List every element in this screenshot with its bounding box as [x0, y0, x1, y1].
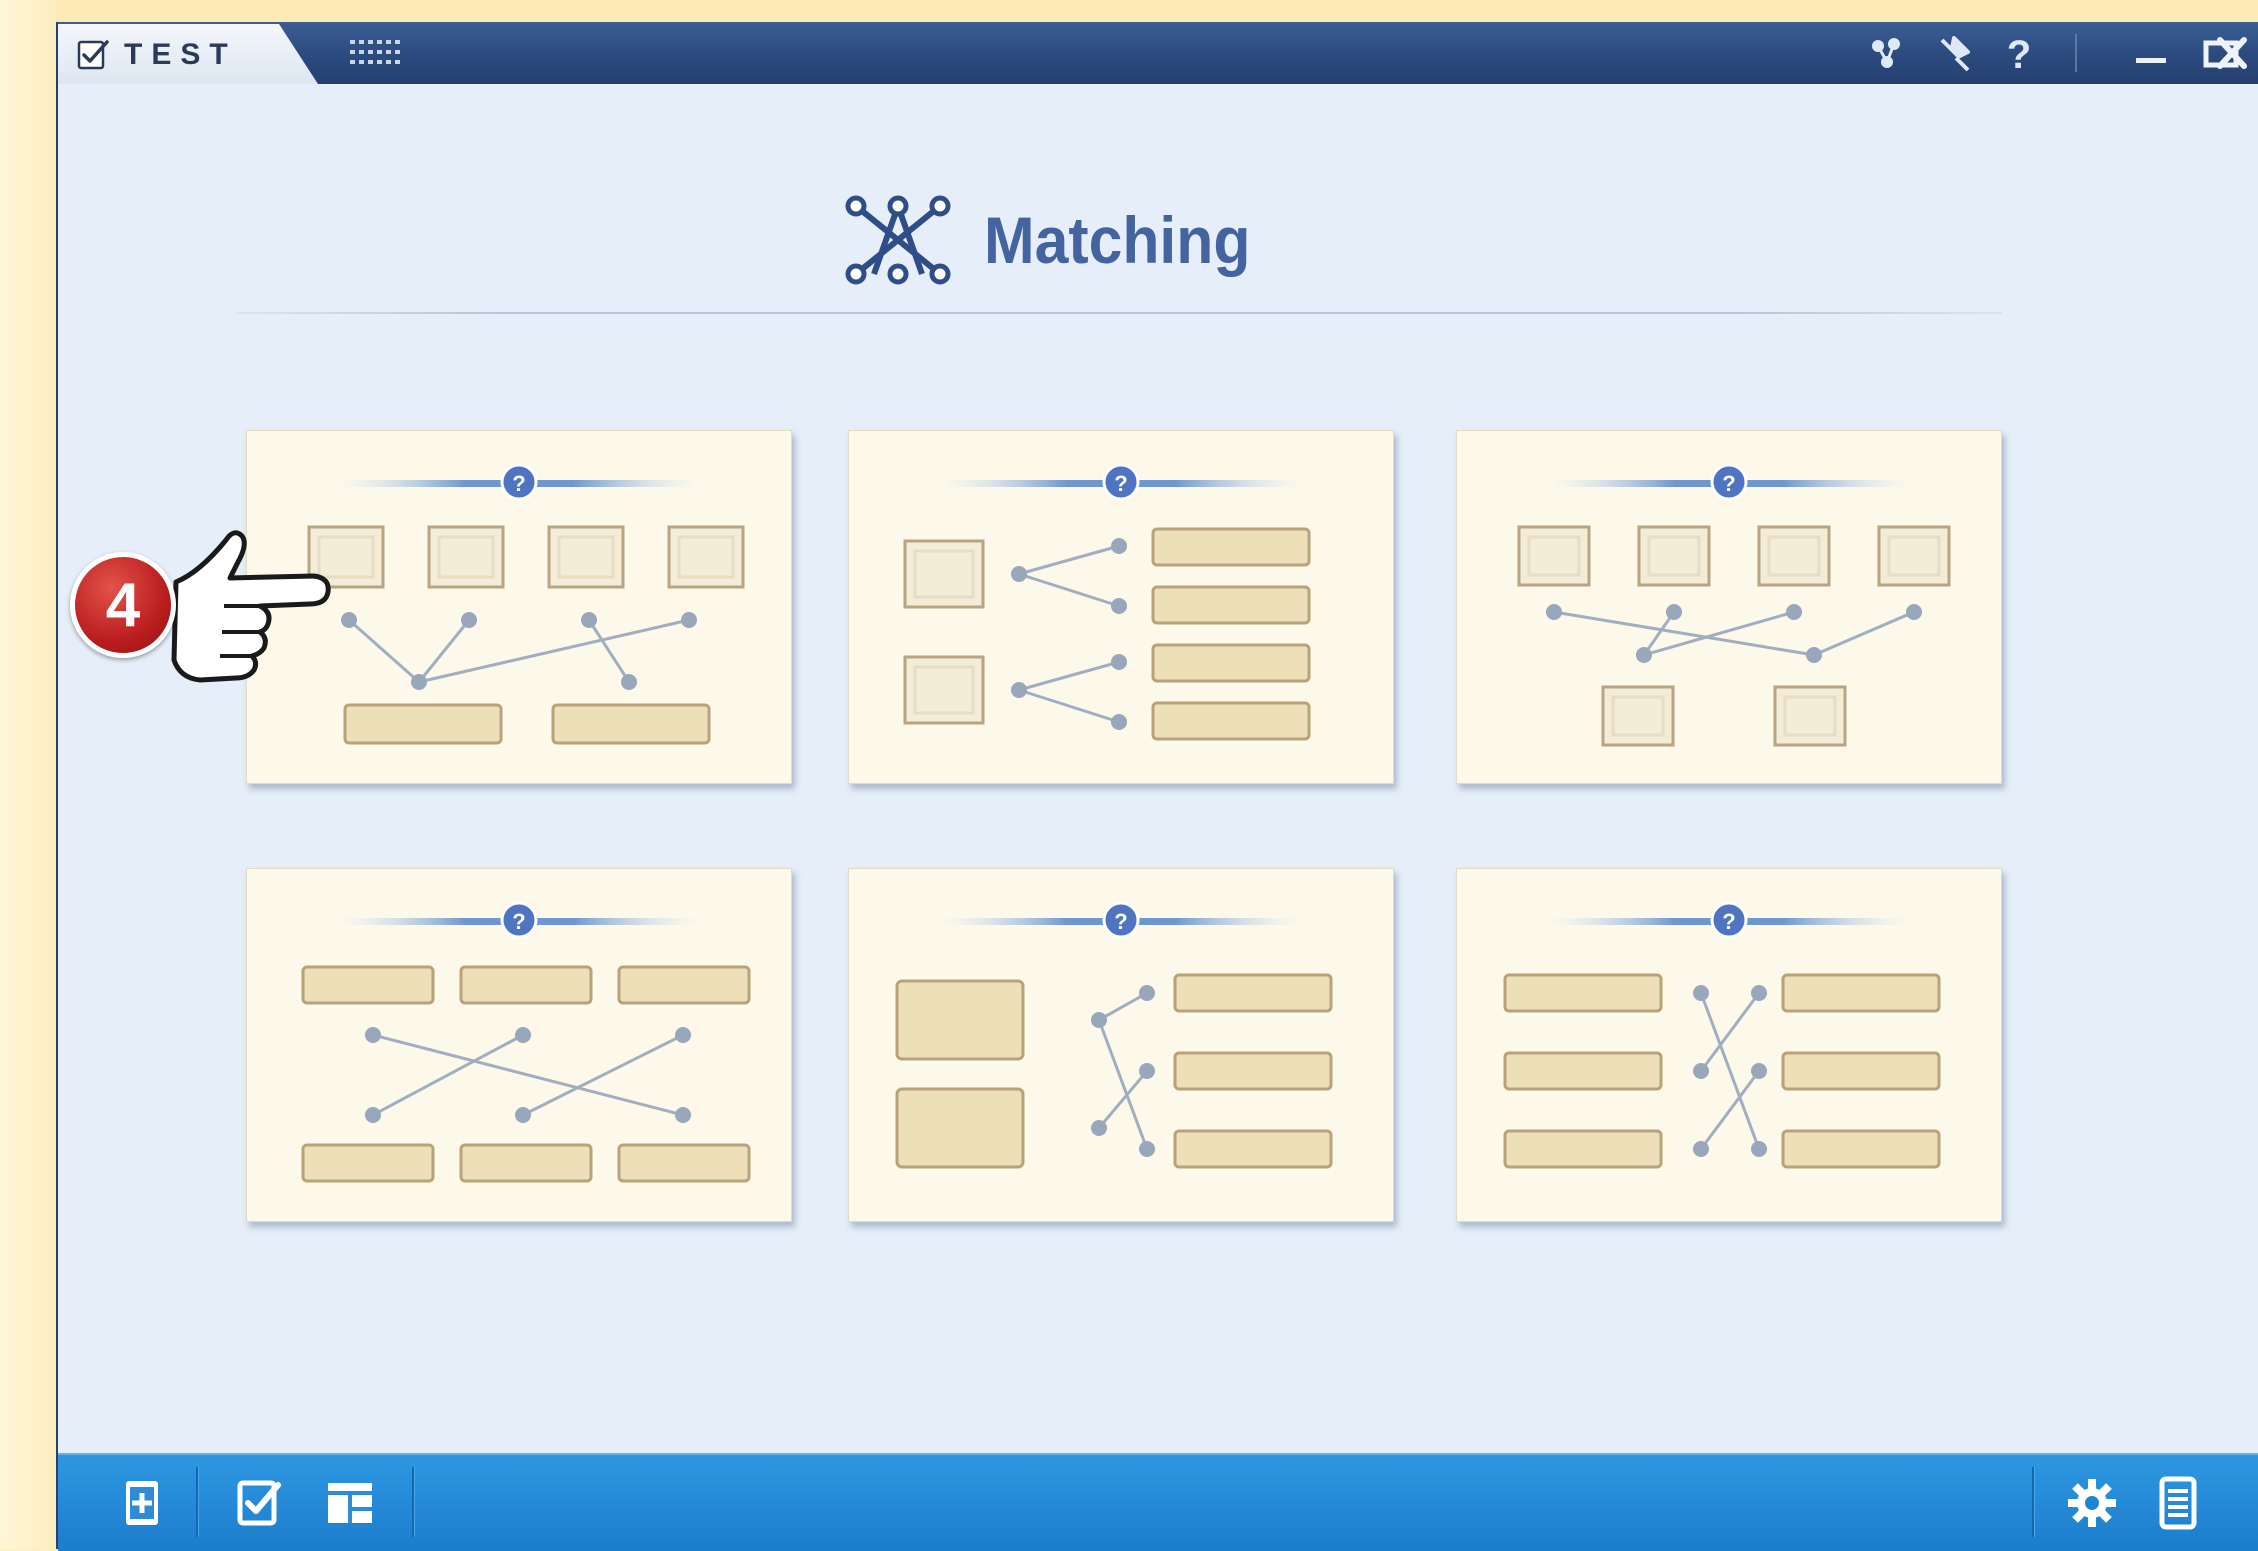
page-title: Matching — [984, 203, 1251, 277]
network-button[interactable] — [1864, 32, 1910, 76]
title-divider — [236, 312, 2002, 314]
pointing-hand-icon — [171, 530, 331, 683]
document-list-icon — [2159, 1476, 2197, 1530]
svg-text:?: ? — [2007, 33, 2031, 76]
bottom-toolbar — [58, 1453, 2258, 1551]
help-button[interactable]: ? — [1996, 32, 2042, 76]
toolbar-separator — [196, 1467, 199, 1537]
settings-icon — [2068, 1479, 2116, 1527]
template-6-diagram: ? — [1503, 901, 1941, 1169]
svg-text:?: ? — [1114, 909, 1127, 934]
background-side-strip — [0, 0, 56, 1549]
help-icon: ? — [2007, 33, 2031, 76]
matching-icon — [845, 195, 951, 285]
svg-text:?: ? — [1114, 471, 1127, 496]
app-tab[interactable]: TEST — [58, 24, 318, 84]
template-card-3[interactable]: ? — [1456, 430, 2002, 784]
app-window: TEST ? Matching ? ? ? ? ? ? — [56, 22, 2258, 1551]
svg-text:?: ? — [512, 909, 525, 934]
svg-text:?: ? — [1722, 909, 1735, 934]
app-name: TEST — [124, 38, 237, 71]
pin-icon — [1940, 36, 1970, 72]
template-5-diagram: ? — [895, 901, 1333, 1169]
template-card-2[interactable]: ? — [848, 430, 1394, 784]
minimize-icon — [2136, 58, 2166, 63]
add-page-button[interactable] — [112, 1473, 172, 1533]
keypad-icon[interactable] — [348, 38, 404, 68]
titlebar-separator — [2075, 34, 2077, 72]
template-card-5[interactable]: ? — [848, 868, 1394, 1222]
add-page-icon — [126, 1481, 158, 1525]
template-card-6[interactable]: ? — [1456, 868, 2002, 1222]
pin-button[interactable] — [1932, 32, 1978, 76]
background-top-strip — [0, 0, 2258, 22]
content-area: Matching ? ? ? ? ? ? — [58, 84, 2258, 1453]
toolbar-separator-2 — [412, 1467, 415, 1537]
template-3-diagram: ? — [1517, 463, 1951, 747]
settings-button[interactable] — [2062, 1473, 2122, 1533]
check-edit-button[interactable] — [230, 1473, 290, 1533]
step-badge: 4 — [70, 552, 176, 658]
network-icon — [1872, 38, 1900, 68]
document-list-button[interactable] — [2148, 1473, 2208, 1533]
close-icon — [2217, 37, 2247, 69]
close-button[interactable] — [2210, 32, 2256, 76]
toolbar-separator-3 — [2032, 1467, 2035, 1537]
template-4-diagram: ? — [301, 901, 751, 1183]
step-callout: 4 — [64, 520, 344, 720]
app-logo-icon — [77, 40, 109, 70]
template-card-4[interactable]: ? — [246, 868, 792, 1222]
titlebar: TEST ? — [58, 22, 2258, 84]
check-edit-icon — [237, 1480, 281, 1526]
svg-text:?: ? — [1722, 471, 1735, 496]
layout-button[interactable] — [320, 1473, 380, 1533]
minimize-button[interactable] — [2128, 32, 2174, 76]
template-2-diagram: ? — [903, 463, 1311, 741]
svg-text:?: ? — [512, 471, 525, 496]
layout-icon — [328, 1483, 372, 1523]
page-heading: Matching — [844, 192, 1274, 288]
